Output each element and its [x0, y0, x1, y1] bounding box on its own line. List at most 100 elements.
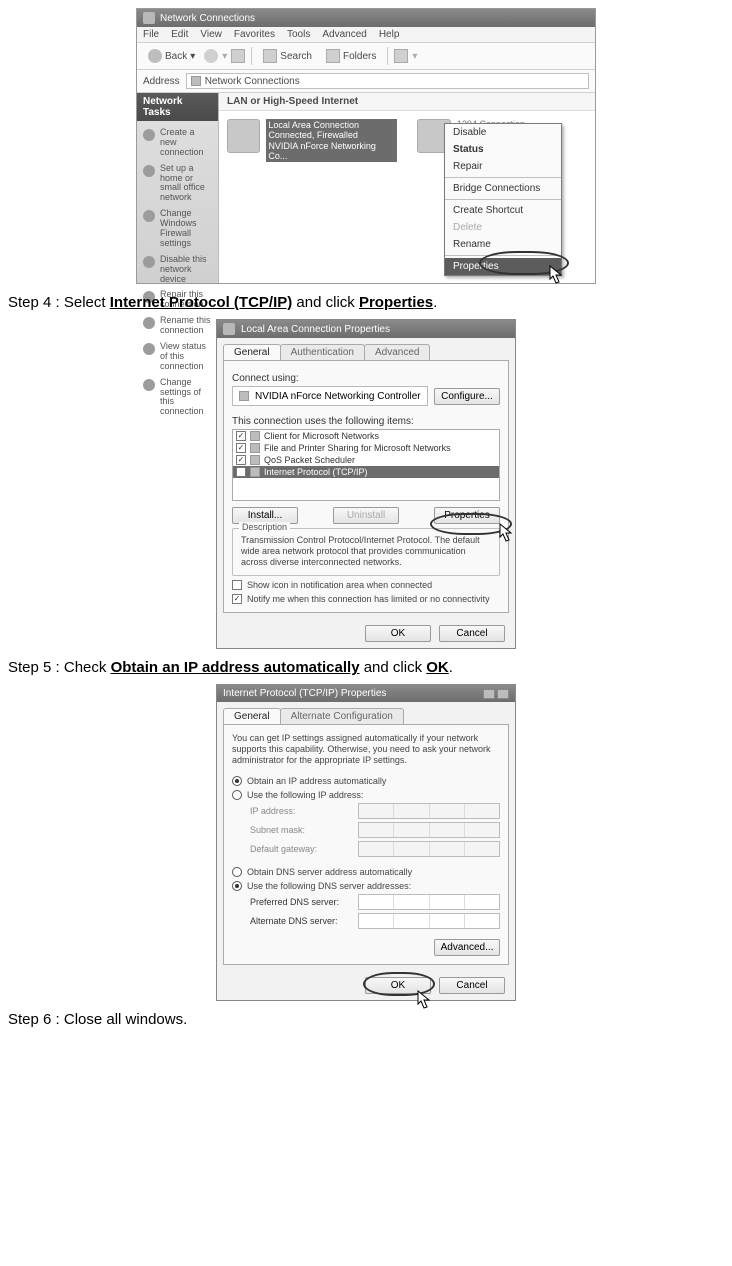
cursor-icon	[499, 523, 515, 543]
tab-advanced[interactable]: Advanced	[364, 344, 430, 360]
list-item-tcpip[interactable]: Internet Protocol (TCP/IP)	[233, 466, 499, 478]
dialog-titlebar[interactable]: Local Area Connection Properties	[217, 320, 515, 338]
dropdown-icon: ▾	[222, 51, 227, 62]
radio-obtain-dns[interactable]: Obtain DNS server address automatically	[232, 867, 500, 877]
pref-dns-input[interactable]	[358, 894, 500, 910]
help-button[interactable]	[483, 689, 495, 699]
task-status[interactable]: View status of this connection	[141, 339, 214, 375]
menu-advanced[interactable]: Advanced	[322, 29, 366, 40]
connection-local-area[interactable]: Local Area Connection Connected, Firewal…	[227, 119, 397, 162]
radio-icon[interactable]	[232, 881, 242, 891]
task-disable[interactable]: Disable this network device	[141, 252, 214, 288]
list-item-client[interactable]: Client for Microsoft Networks	[233, 430, 499, 442]
advanced-button[interactable]: Advanced...	[434, 939, 500, 956]
checkbox-icon[interactable]	[236, 431, 246, 441]
description-text: Transmission Control Protocol/Internet P…	[241, 535, 491, 567]
menu-tools[interactable]: Tools	[287, 29, 310, 40]
dialog-titlebar[interactable]: Internet Protocol (TCP/IP) Properties	[217, 685, 515, 702]
checkbox-icon[interactable]	[236, 443, 246, 453]
folders-button[interactable]: Folders	[321, 46, 381, 66]
item-label: Client for Microsoft Networks	[264, 431, 379, 441]
radio-icon[interactable]	[232, 776, 242, 786]
ctx-shortcut[interactable]: Create Shortcut	[445, 202, 561, 219]
forward-button[interactable]	[204, 49, 218, 63]
tasks-header: Network Tasks	[137, 93, 218, 121]
dropdown-icon: ▾	[190, 51, 195, 62]
list-item-fileprint[interactable]: File and Printer Sharing for Microsoft N…	[233, 442, 499, 454]
back-button[interactable]: Back ▾	[143, 46, 200, 66]
ctx-status[interactable]: Status	[445, 141, 561, 158]
task-icon	[143, 379, 155, 391]
menu-view[interactable]: View	[200, 29, 222, 40]
ctx-repair[interactable]: Repair	[445, 158, 561, 175]
search-button[interactable]: Search	[258, 46, 317, 66]
radio-icon[interactable]	[232, 867, 242, 877]
window-controls	[483, 689, 509, 699]
task-firewall[interactable]: Change Windows Firewall settings	[141, 206, 214, 252]
ctx-properties[interactable]: Properties	[445, 258, 561, 275]
ctx-separator	[445, 177, 561, 178]
lac-properties-dialog: Local Area Connection Properties General…	[216, 319, 516, 649]
task-change-settings[interactable]: Change settings of this connection	[141, 375, 214, 421]
radio-use-ip[interactable]: Use the following IP address:	[232, 790, 500, 800]
tasks-sidebar: Network Tasks Create a new connection Se…	[137, 93, 219, 283]
properties-button[interactable]: Properties	[434, 507, 500, 524]
app-icon	[143, 12, 155, 24]
tab-authentication[interactable]: Authentication	[280, 344, 365, 360]
views-button[interactable]	[394, 49, 408, 63]
task-label: Create a new connection	[160, 128, 212, 158]
menu-bar: File Edit View Favorites Tools Advanced …	[137, 27, 595, 43]
step-6-text: Step 6 : Close all windows.	[8, 1011, 724, 1028]
menu-help[interactable]: Help	[379, 29, 400, 40]
configure-button[interactable]: Configure...	[434, 388, 500, 405]
radio-use-dns[interactable]: Use the following DNS server addresses:	[232, 881, 500, 891]
alt-dns-input[interactable]	[358, 913, 500, 929]
tab-general[interactable]: General	[223, 708, 281, 724]
up-button[interactable]	[231, 49, 245, 63]
radio-obtain-ip[interactable]: Obtain an IP address automatically	[232, 776, 500, 786]
menu-file[interactable]: File	[143, 29, 159, 40]
description-legend: Description	[239, 522, 290, 532]
task-rename[interactable]: Rename this connection	[141, 313, 214, 339]
tab-body: You can get IP settings assigned automat…	[223, 724, 509, 964]
adapter-name: NVIDIA nForce Networking Controller	[255, 391, 421, 402]
show-icon-checkbox[interactable]: Show icon in notification area when conn…	[232, 580, 500, 590]
checkbox-icon[interactable]	[236, 455, 246, 465]
cancel-button[interactable]: Cancel	[439, 625, 505, 642]
ctx-disable[interactable]: Disable	[445, 124, 561, 141]
radio-icon[interactable]	[232, 790, 242, 800]
task-create-connection[interactable]: Create a new connection	[141, 125, 214, 161]
connect-using-label: Connect using:	[232, 373, 500, 384]
task-label: Change settings of this connection	[160, 378, 212, 418]
menu-edit[interactable]: Edit	[171, 29, 188, 40]
notify-checkbox[interactable]: Notify me when this connection has limit…	[232, 594, 500, 604]
tab-general[interactable]: General	[223, 344, 281, 360]
component-icon	[250, 455, 260, 465]
address-input[interactable]: Network Connections	[186, 73, 589, 89]
checkbox-icon[interactable]	[232, 580, 242, 590]
items-listbox[interactable]: Client for Microsoft Networks File and P…	[232, 429, 500, 501]
dialog-title: Local Area Connection Properties	[241, 324, 390, 335]
close-button[interactable]	[497, 689, 509, 699]
task-label: Rename this connection	[160, 316, 212, 336]
task-setup-network[interactable]: Set up a home or small office network	[141, 161, 214, 207]
list-item-qos[interactable]: QoS Packet Scheduler	[233, 454, 499, 466]
checkbox-icon[interactable]	[236, 467, 246, 477]
window-title: Network Connections	[160, 13, 255, 24]
gateway-input	[358, 841, 500, 857]
ctx-rename[interactable]: Rename	[445, 236, 561, 253]
checkbox-icon[interactable]	[232, 594, 242, 604]
alt-dns-row: Alternate DNS server:	[250, 913, 500, 929]
menu-favorites[interactable]: Favorites	[234, 29, 275, 40]
text: and click	[292, 294, 359, 311]
separator	[387, 47, 388, 65]
ok-button[interactable]: OK	[365, 625, 431, 642]
tab-alternate[interactable]: Alternate Configuration	[280, 708, 404, 724]
text-bold: Properties	[359, 294, 433, 311]
ctx-bridge[interactable]: Bridge Connections	[445, 180, 561, 197]
cancel-button[interactable]: Cancel	[439, 977, 505, 994]
toolbar: Back ▾ ▾ Search Folders ▾	[137, 43, 595, 70]
field-label: Preferred DNS server:	[250, 897, 350, 907]
radio-label: Use the following IP address:	[247, 790, 363, 800]
window-titlebar[interactable]: Network Connections	[137, 9, 595, 27]
